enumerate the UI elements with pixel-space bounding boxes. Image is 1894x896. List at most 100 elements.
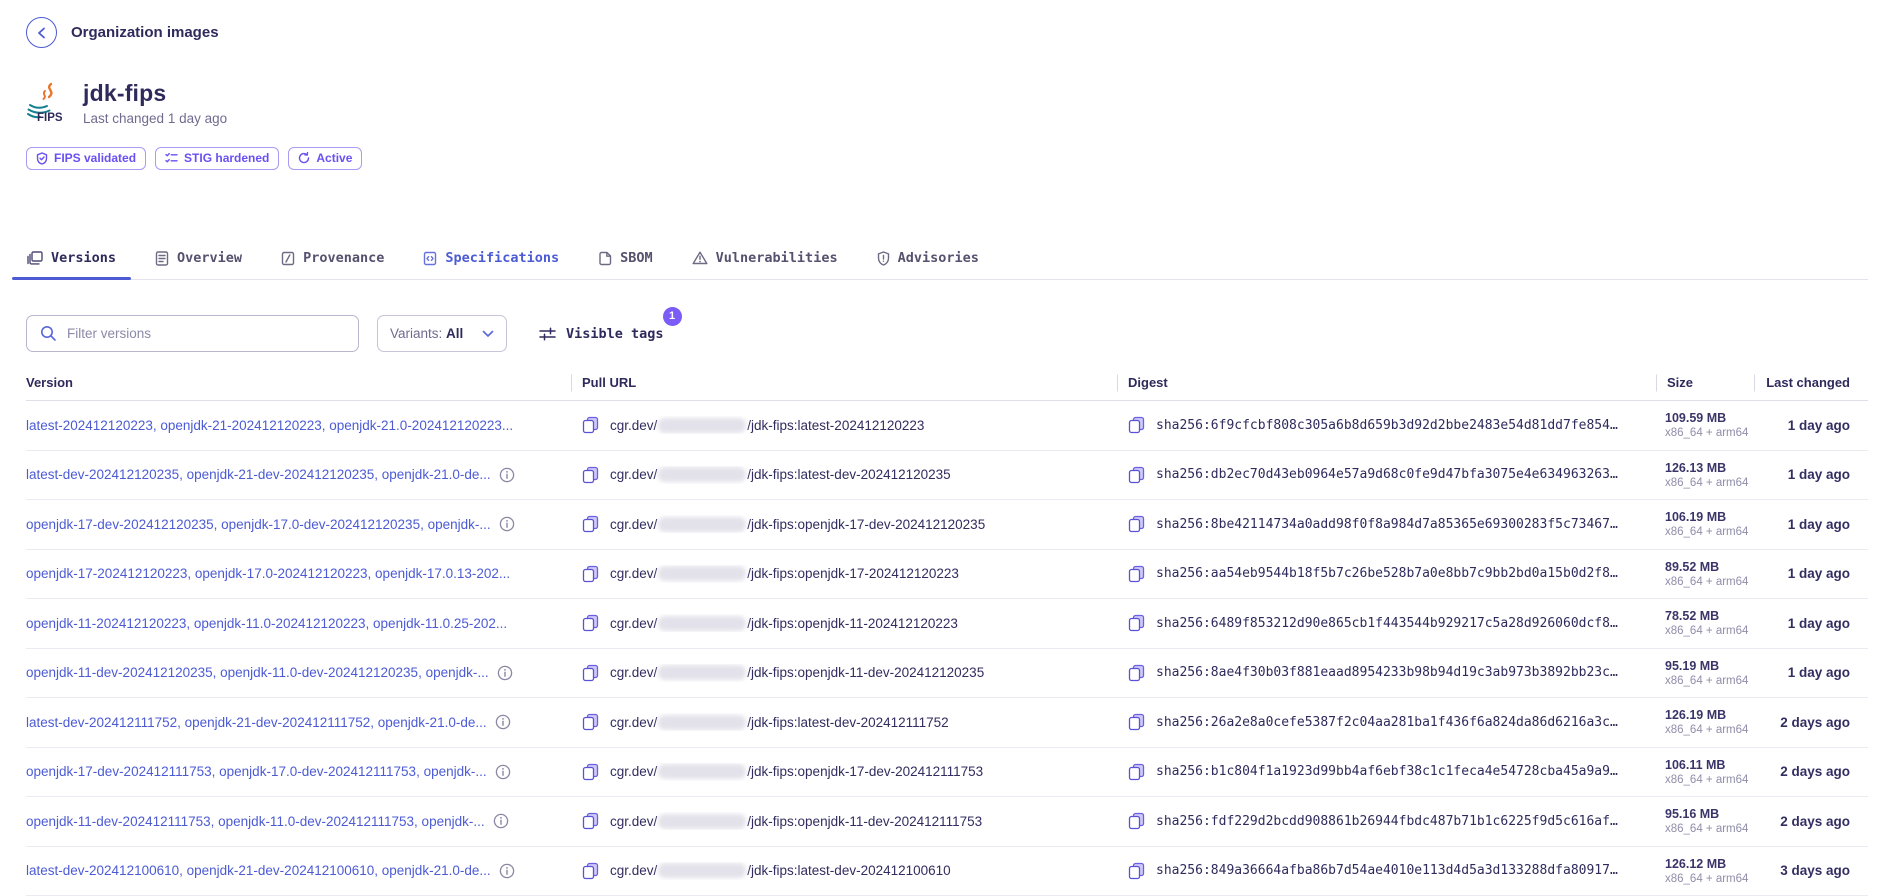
tab-bar: Versions Overview Provenance Specifications… <box>26 244 1868 280</box>
info-icon[interactable] <box>495 714 511 730</box>
size-value: 78.52 MB <box>1665 609 1754 623</box>
copy-icon[interactable] <box>1128 416 1145 434</box>
version-tags-link[interactable]: latest-202412120223, openjdk-21-20241212… <box>26 418 513 433</box>
copy-icon[interactable] <box>582 713 599 731</box>
visible-tags-label: Visible tags <box>566 326 664 342</box>
last-changed-value: 1 day ago <box>1754 467 1868 482</box>
copy-icon[interactable] <box>582 763 599 781</box>
tab-vulnerabilities[interactable]: Vulnerabilities <box>691 244 839 279</box>
digest-value: sha256:b1c804f1a1923d99bb4af6ebf38c1c1fe… <box>1156 764 1618 779</box>
redacted-org-name <box>658 814 746 829</box>
tab-sbom[interactable]: SBOM <box>597 244 654 279</box>
version-tags-link[interactable]: openjdk-17-dev-202412111753, openjdk-17.… <box>26 764 487 779</box>
table-header: Version Pull URL Digest Size Last change… <box>26 367 1868 401</box>
column-header-version: Version <box>26 375 571 390</box>
size-value: 89.52 MB <box>1665 560 1754 574</box>
copy-icon[interactable] <box>1128 565 1145 583</box>
copy-icon[interactable] <box>1128 763 1145 781</box>
redacted-org-name <box>658 467 746 482</box>
version-tags-link[interactable]: latest-dev-202412100610, openjdk-21-dev-… <box>26 863 491 878</box>
digest-value: sha256:8be42114734a0add98f0f8a984d7a8536… <box>1156 517 1618 532</box>
copy-icon[interactable] <box>1128 515 1145 533</box>
redacted-org-name <box>658 665 746 680</box>
version-tags-link[interactable]: openjdk-11-dev-202412111753, openjdk-11.… <box>26 814 485 829</box>
copy-icon[interactable] <box>582 812 599 830</box>
tab-overview[interactable]: Overview <box>154 244 243 279</box>
copy-icon[interactable] <box>582 862 599 880</box>
copy-icon[interactable] <box>582 466 599 484</box>
info-icon[interactable] <box>499 467 515 483</box>
table-row: latest-dev-202412111752, openjdk-21-dev-… <box>26 698 1868 748</box>
table-row: openjdk-11-dev-202412120235, openjdk-11.… <box>26 649 1868 699</box>
tab-versions[interactable]: Versions <box>26 244 117 279</box>
version-tags-link[interactable]: openjdk-17-202412120223, openjdk-17.0-20… <box>26 566 510 581</box>
column-header-last-changed: Last changed <box>1754 375 1868 390</box>
size-architectures: x86_64 + arm64 <box>1665 526 1754 538</box>
sliders-icon <box>539 326 556 342</box>
table-row: latest-dev-202412100610, openjdk-21-dev-… <box>26 847 1868 896</box>
info-icon[interactable] <box>495 764 511 780</box>
svg-text:FIPS: FIPS <box>37 112 63 124</box>
version-tags-link[interactable]: openjdk-11-202412120223, openjdk-11.0-20… <box>26 616 507 631</box>
last-changed-value: 2 days ago <box>1754 764 1868 779</box>
last-changed-value: 1 day ago <box>1754 418 1868 433</box>
size-architectures: x86_64 + arm64 <box>1665 625 1754 637</box>
organization-image-page: Organization images FIPS jdk-fips Last c… <box>0 0 1894 896</box>
version-tags-link[interactable]: latest-dev-202412111752, openjdk-21-dev-… <box>26 715 487 730</box>
pull-url: cgr.dev//jdk-fips:latest-dev-20241212023… <box>610 467 951 482</box>
back-row: Organization images <box>26 0 1868 48</box>
size-value: 106.11 MB <box>1665 758 1754 772</box>
filter-versions-input[interactable] <box>67 326 345 341</box>
copy-icon[interactable] <box>582 664 599 682</box>
versions-table: Version Pull URL Digest Size Last change… <box>26 367 1868 896</box>
size-value: 126.19 MB <box>1665 708 1754 722</box>
image-header: FIPS jdk-fips Last changed 1 day ago <box>26 80 1868 126</box>
back-button[interactable] <box>26 17 57 48</box>
pull-url: cgr.dev//jdk-fips:openjdk-11-dev-2024121… <box>610 814 982 829</box>
last-changed-value: 1 day ago <box>1754 566 1868 581</box>
copy-icon[interactable] <box>1128 812 1145 830</box>
size-architectures: x86_64 + arm64 <box>1665 576 1754 588</box>
size-value: 95.19 MB <box>1665 659 1754 673</box>
pull-url: cgr.dev//jdk-fips:latest-dev-20241210061… <box>610 863 951 878</box>
version-tags-link[interactable]: openjdk-17-dev-202412120235, openjdk-17.… <box>26 517 491 532</box>
redacted-org-name <box>658 418 746 433</box>
size-value: 95.16 MB <box>1665 807 1754 821</box>
digest-value: sha256:6489f853212d90e865cb1f443544b9292… <box>1156 616 1618 631</box>
redacted-org-name <box>658 566 746 581</box>
copy-icon[interactable] <box>1128 466 1145 484</box>
table-row: openjdk-11-202412120223, openjdk-11.0-20… <box>26 599 1868 649</box>
size-architectures: x86_64 + arm64 <box>1665 427 1754 439</box>
tab-specifications[interactable]: Specifications <box>422 244 560 279</box>
info-icon[interactable] <box>497 665 513 681</box>
copy-icon[interactable] <box>1128 862 1145 880</box>
copy-icon[interactable] <box>582 614 599 632</box>
version-tags-link[interactable]: latest-dev-202412120235, openjdk-21-dev-… <box>26 467 491 482</box>
table-body: latest-202412120223, openjdk-21-20241212… <box>26 401 1868 896</box>
size-architectures: x86_64 + arm64 <box>1665 873 1754 885</box>
digest-value: sha256:849a36664afba86b7d54ae4010e113d4d… <box>1156 863 1618 878</box>
column-header-pull-url: Pull URL <box>571 375 1117 390</box>
version-tags-link[interactable]: openjdk-11-dev-202412120235, openjdk-11.… <box>26 665 489 680</box>
info-icon[interactable] <box>493 813 509 829</box>
column-header-digest: Digest <box>1117 375 1656 390</box>
digest-value: sha256:fdf229d2bcdd908861b26944fbdc487b7… <box>1156 814 1618 829</box>
visible-tags-button[interactable]: Visible tags 1 <box>537 322 666 346</box>
copy-icon[interactable] <box>582 416 599 434</box>
copy-icon[interactable] <box>582 565 599 583</box>
info-icon[interactable] <box>499 863 515 879</box>
copy-icon[interactable] <box>1128 614 1145 632</box>
tab-advisories[interactable]: Advisories <box>876 244 980 279</box>
copy-icon[interactable] <box>1128 664 1145 682</box>
variants-label: Variants: <box>390 326 442 341</box>
badge-stig-hardened: STIG hardened <box>155 147 279 170</box>
last-changed-value: 2 days ago <box>1754 814 1868 829</box>
variants-dropdown[interactable]: Variants: All <box>377 315 507 352</box>
info-icon[interactable] <box>499 516 515 532</box>
digest-value: sha256:aa54eb9544b18f5b7c26be528b7a0e8bb… <box>1156 566 1618 581</box>
tab-provenance[interactable]: Provenance <box>280 244 385 279</box>
copy-icon[interactable] <box>582 515 599 533</box>
size-value: 126.12 MB <box>1665 857 1754 871</box>
copy-icon[interactable] <box>1128 713 1145 731</box>
redacted-org-name <box>658 764 746 779</box>
